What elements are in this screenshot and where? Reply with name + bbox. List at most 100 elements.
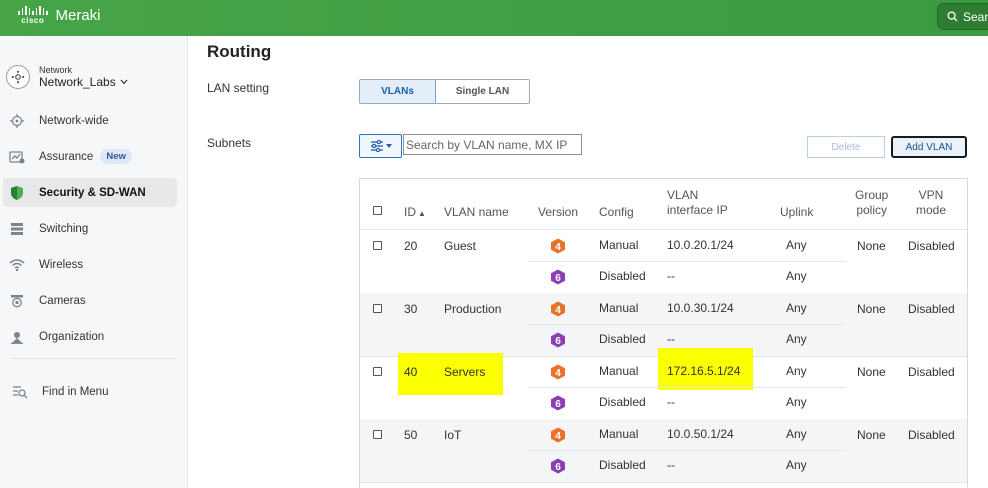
row-checkbox[interactable] bbox=[373, 367, 382, 376]
vlan-id: 50 bbox=[404, 428, 418, 442]
svg-text:4: 4 bbox=[555, 242, 561, 253]
ipv6-config: Disabled bbox=[599, 395, 646, 409]
vpn-mode: Disabled bbox=[908, 302, 955, 316]
wifi-icon bbox=[9, 257, 25, 273]
add-vlan-button[interactable]: Add VLAN bbox=[891, 136, 967, 158]
security-shield-icon bbox=[9, 185, 25, 201]
sidebar-item-network-wide[interactable]: Network-wide bbox=[3, 106, 177, 135]
sidebar-item-wireless[interactable]: Wireless bbox=[3, 250, 177, 279]
cisco-logo: cisco bbox=[18, 6, 48, 25]
col-header-version[interactable]: Version bbox=[538, 205, 578, 220]
sidebar-item-label: Organization bbox=[39, 330, 105, 343]
delete-button[interactable]: Delete bbox=[807, 136, 885, 158]
svg-text:6: 6 bbox=[555, 273, 561, 284]
ipv4-uplink: Any bbox=[786, 364, 807, 378]
ipv6-uplink: Any bbox=[786, 269, 807, 283]
ipv4-uplink: Any bbox=[786, 427, 807, 441]
vlans-option[interactable]: VLANs bbox=[360, 80, 436, 103]
sidebar-item-label: Assurance bbox=[39, 150, 94, 163]
meraki-logo[interactable]: cisco Meraki bbox=[18, 6, 101, 25]
sidebar-item-cameras[interactable]: Cameras bbox=[3, 286, 177, 315]
row-checkbox[interactable] bbox=[373, 430, 382, 439]
ipv4-icon: 4 bbox=[550, 301, 566, 317]
vlan-name: Servers bbox=[444, 365, 486, 379]
col-header-vlan-interface-ip[interactable]: VLAN interface IP bbox=[667, 188, 728, 218]
filter-button[interactable] bbox=[359, 134, 402, 158]
col-header-uplink[interactable]: Uplink bbox=[780, 205, 813, 220]
ipv4-interface-ip: 172.16.5.1/24 bbox=[667, 364, 741, 378]
sidebar: Network Network_Labs Network-wide Assura… bbox=[0, 36, 188, 488]
row-checkbox[interactable] bbox=[373, 304, 382, 313]
chevron-down-icon bbox=[120, 79, 128, 85]
ipv4-config: Manual bbox=[599, 427, 639, 441]
vlan-id: 40 bbox=[404, 365, 418, 379]
single-lan-option[interactable]: Single LAN bbox=[436, 80, 529, 103]
col-header-group-policy[interactable]: Group policy bbox=[855, 188, 888, 218]
row-checkbox[interactable] bbox=[373, 241, 382, 250]
group-policy: None bbox=[857, 428, 886, 442]
vlan-id: 30 bbox=[404, 302, 418, 316]
svg-text:4: 4 bbox=[555, 305, 561, 316]
vpn-mode: Disabled bbox=[908, 365, 955, 379]
sort-asc-icon: ▲ bbox=[418, 209, 426, 218]
row-divider bbox=[360, 482, 967, 483]
vlan-id: 20 bbox=[404, 239, 418, 253]
col-header-vlan-name[interactable]: VLAN name bbox=[444, 205, 509, 220]
ipv4-icon: 4 bbox=[550, 427, 566, 443]
sidebar-divider bbox=[10, 358, 176, 359]
sidebar-item-switching[interactable]: Switching bbox=[3, 214, 177, 243]
new-badge: New bbox=[100, 149, 132, 164]
ipv6-interface-ip: -- bbox=[667, 269, 675, 283]
cisco-wordmark: cisco bbox=[21, 16, 45, 25]
sidebar-item-organization[interactable]: Organization bbox=[3, 322, 177, 351]
network-selector[interactable]: Network Network_Labs bbox=[6, 65, 128, 89]
group-policy: None bbox=[857, 365, 886, 379]
ipv4-config: Manual bbox=[599, 364, 639, 378]
vlan-table: ID ▲ VLAN name Version Config VLAN interfa… bbox=[359, 178, 968, 488]
subrow-divider bbox=[528, 324, 846, 325]
vpn-mode: Disabled bbox=[908, 428, 955, 442]
col-header-id[interactable]: ID ▲ bbox=[404, 205, 426, 221]
vpn-mode: Disabled bbox=[908, 239, 955, 253]
top-header-bar: cisco Meraki Search bbox=[0, 0, 988, 36]
col-header-config[interactable]: Config bbox=[599, 205, 634, 220]
select-all-checkbox[interactable] bbox=[373, 206, 382, 215]
find-menu-icon bbox=[12, 384, 28, 400]
organization-icon bbox=[9, 329, 25, 345]
ipv4-interface-ip: 10.0.30.1/24 bbox=[667, 301, 734, 315]
switch-icon bbox=[9, 221, 25, 237]
network-wide-icon bbox=[9, 113, 25, 129]
col-header-vpn-mode[interactable]: VPN mode bbox=[916, 188, 946, 218]
vlan-name: IoT bbox=[444, 428, 462, 442]
svg-text:4: 4 bbox=[555, 368, 561, 379]
subrow-divider bbox=[528, 450, 846, 451]
subrow-divider bbox=[528, 387, 846, 388]
ipv4-config: Manual bbox=[599, 238, 639, 252]
sidebar-item-label: Security & SD-WAN bbox=[39, 186, 146, 199]
ipv6-uplink: Any bbox=[786, 332, 807, 346]
lan-setting-toggle: VLANs Single LAN bbox=[359, 79, 530, 104]
header-divider bbox=[360, 229, 967, 230]
ipv4-config: Manual bbox=[599, 301, 639, 315]
network-name: Network_Labs bbox=[39, 75, 116, 89]
group-policy: None bbox=[857, 239, 886, 253]
sidebar-item-label: Wireless bbox=[39, 258, 84, 271]
ipv6-icon: 6 bbox=[550, 332, 566, 348]
vlan-search-input[interactable]: Search by VLAN name, MX IP bbox=[403, 134, 582, 155]
global-search-button[interactable]: Search bbox=[937, 3, 988, 30]
assurance-icon bbox=[9, 149, 25, 165]
find-in-menu-label: Find in Menu bbox=[42, 385, 109, 398]
sidebar-item-label: Switching bbox=[39, 222, 89, 235]
ipv4-interface-ip: 10.0.50.1/24 bbox=[667, 427, 734, 441]
sidebar-item-label: Network-wide bbox=[39, 114, 109, 127]
sidebar-item-security-sd-wan[interactable]: Security & SD-WAN bbox=[3, 178, 177, 207]
ipv4-icon: 4 bbox=[550, 238, 566, 254]
subnets-label: Subnets bbox=[207, 136, 252, 150]
ipv6-config: Disabled bbox=[599, 269, 646, 283]
network-icon bbox=[6, 65, 30, 89]
ipv6-interface-ip: -- bbox=[667, 332, 675, 346]
search-icon bbox=[947, 11, 958, 22]
sidebar-item-assurance[interactable]: Assurance New bbox=[3, 142, 177, 171]
ipv4-uplink: Any bbox=[786, 238, 807, 252]
find-in-menu[interactable]: Find in Menu bbox=[3, 377, 177, 406]
